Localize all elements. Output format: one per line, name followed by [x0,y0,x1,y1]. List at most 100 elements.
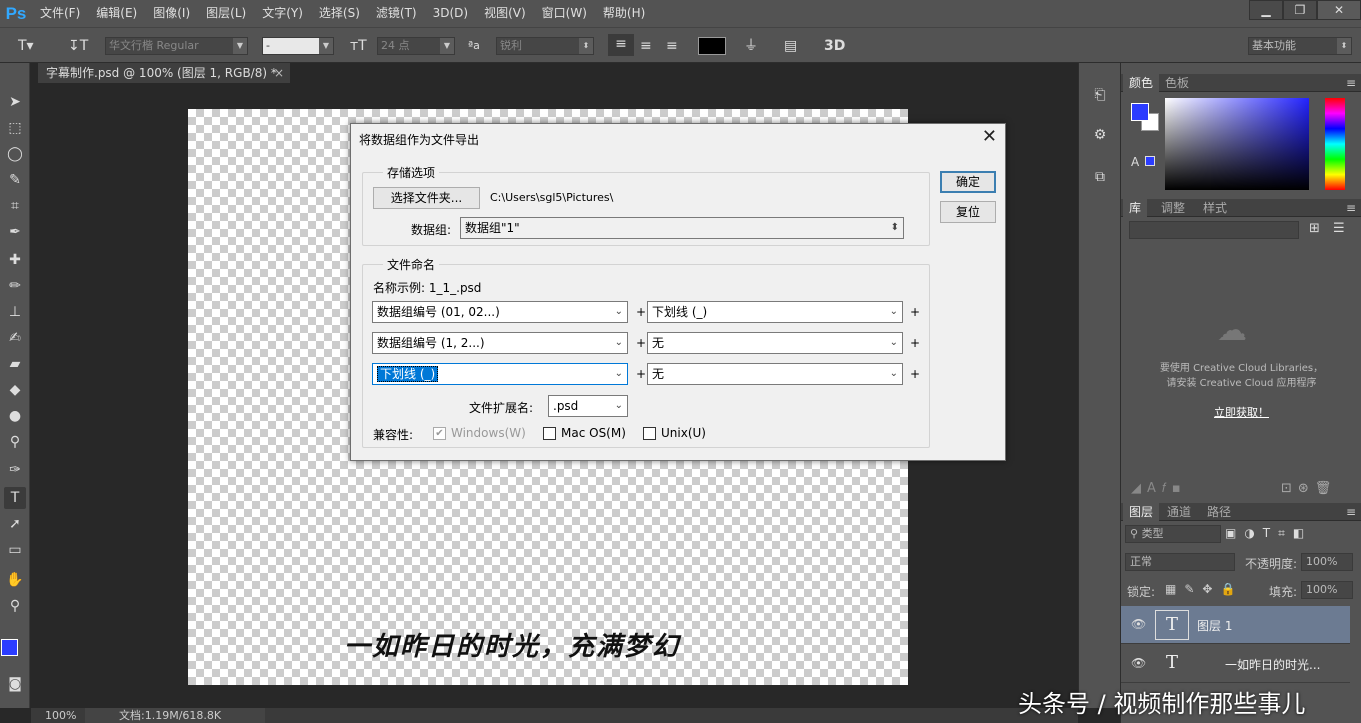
character-panel-icon[interactable]: ▤ [784,36,797,56]
tab-layers[interactable]: 图层 [1123,503,1160,521]
hand-tool-icon[interactable]: ✋ [4,569,26,591]
align-center-icon[interactable]: ≡ [640,36,652,56]
layer-filter-icons[interactable]: ▣◑T⌗◧ [1225,526,1312,541]
menu-layer[interactable]: 图层(L) [198,0,254,27]
panel-menu-icon[interactable]: ≡ [1346,199,1356,217]
choose-folder-button[interactable]: 选择文件夹... [373,187,480,209]
align-left-icon[interactable]: ≡ [608,34,634,56]
tab-color[interactable]: 颜色 [1123,74,1160,92]
properties-panel-icon[interactable]: ⚙ [1090,127,1110,147]
move-tool-icon[interactable]: ➤ [4,91,26,113]
text-color-swatch[interactable] [698,37,726,55]
layer-name[interactable]: 一如昨日的时光... [1225,656,1320,673]
minimize-button[interactable]: ▁ [1249,0,1283,20]
naming-field-2-2[interactable]: 无 ⌄ [647,332,903,354]
document-info[interactable]: 文档:1.19M/618.8K [85,708,265,723]
menu-file[interactable]: 文件(F) [32,0,88,27]
tab-swatches[interactable]: 色板 [1159,74,1195,92]
document-tab[interactable]: 字幕制作.psd @ 100% (图层 1, RGB/8) * × [38,63,290,83]
font-family-select[interactable]: 华文行楷 Regular ▼ [105,37,248,55]
library-action-icons[interactable]: ⊡⊛🗑 [1281,481,1337,496]
eye-icon[interactable]: 👁 [1131,656,1146,670]
lock-icons[interactable]: ▦✎✥🔒 [1165,582,1243,596]
clone-stamp-tool-icon[interactable]: ⊥ [4,301,26,323]
menu-image[interactable]: 图像(I) [145,0,198,27]
menu-filter[interactable]: 滤镜(T) [368,0,425,27]
mac-checkbox[interactable] [543,427,556,440]
close-window-button[interactable]: ✕ [1317,0,1361,20]
blur-tool-icon[interactable]: ● [4,405,26,427]
color-spectrum[interactable] [1165,98,1309,190]
brush-tool-icon[interactable]: ✏ [4,275,26,297]
text-orientation-icon[interactable]: ↧T [68,36,88,56]
menu-window[interactable]: 窗口(W) [534,0,595,27]
layer-row[interactable]: 👁 T 图层 1 [1121,606,1350,644]
close-tab-icon[interactable]: × [274,63,284,83]
tab-paths[interactable]: 路径 [1201,503,1237,521]
eyedropper-tool-icon[interactable]: ✒ [4,221,26,243]
dataset-select[interactable]: 数据组"1" ⬍ [460,217,904,239]
naming-field-3-1[interactable]: 下划线 (_) ⌄ [372,363,628,385]
tab-adjustments[interactable]: 调整 [1155,199,1191,217]
list-view-icon[interactable]: ☰ [1333,221,1345,236]
tab-channels[interactable]: 通道 [1161,503,1197,521]
path-selection-tool-icon[interactable]: ➚ [4,513,26,535]
layer-row[interactable]: 👁 T 一如昨日的时光... [1121,645,1350,683]
quick-mask-icon[interactable]: ◙ [4,673,26,695]
fill-input[interactable]: 100% [1301,581,1353,599]
layer-filter-select[interactable]: ⚲ 类型 [1125,525,1221,543]
unix-checkbox[interactable] [643,427,656,440]
font-style-select[interactable]: - ▼ [262,37,334,55]
menu-select[interactable]: 选择(S) [311,0,368,27]
tool-presets-icon[interactable]: ⧉ [1090,169,1110,189]
panel-menu-icon[interactable]: ≡ [1346,74,1356,92]
rectangle-tool-icon[interactable]: ▭ [4,539,26,561]
tab-library[interactable]: 库 [1123,199,1148,217]
foreground-color-swatch[interactable] [1,639,18,656]
pen-tool-icon[interactable]: ✑ [4,459,26,481]
warp-text-icon[interactable]: ⏚ [744,36,758,56]
dodge-tool-icon[interactable]: ⚲ [4,431,26,453]
lasso-tool-icon[interactable]: ◯ [4,143,26,165]
naming-field-1-1[interactable]: 数据组编号 (01, 02...) ⌄ [372,301,628,323]
menu-view[interactable]: 视图(V) [476,0,534,27]
hue-slider[interactable] [1325,98,1345,190]
workspace-select[interactable]: 基本功能 ⬍ [1248,37,1352,55]
eye-icon[interactable]: 👁 [1131,617,1146,631]
panel-foreground-swatch[interactable] [1131,103,1149,121]
naming-field-2-1[interactable]: 数据组编号 (1, 2...) ⌄ [372,332,628,354]
quick-select-tool-icon[interactable]: ✎ [4,169,26,191]
menu-type[interactable]: 文字(Y) [254,0,311,27]
menu-3d[interactable]: 3D(D) [425,0,476,27]
history-brush-tool-icon[interactable]: ✍ [4,327,26,349]
menu-help[interactable]: 帮助(H) [595,0,653,27]
cc-get-now-link[interactable]: 立即获取！ [1121,404,1361,420]
web-safe-swatch[interactable] [1145,156,1155,166]
anti-alias-select[interactable]: 锐利 ⬍ [496,37,594,55]
extension-select[interactable]: .psd ⌄ [548,395,628,417]
library-select[interactable] [1129,221,1299,239]
crop-tool-icon[interactable]: ⌗ [4,195,26,217]
3d-button[interactable]: 3D [824,36,845,56]
panel-menu-icon[interactable]: ≡ [1346,503,1356,521]
ok-button[interactable]: 确定 [940,171,996,193]
eraser-tool-icon[interactable]: ▰ [4,353,26,375]
layer-name[interactable]: 图层 1 [1197,617,1232,634]
naming-field-3-2[interactable]: 无 ⌄ [647,363,903,385]
zoom-tool-icon[interactable]: ⚲ [4,595,26,617]
type-tool-icon[interactable]: T▾ [18,36,34,56]
zoom-level[interactable]: 100% [45,708,76,723]
close-icon[interactable]: ✕ [982,126,997,147]
paint-bucket-tool-icon[interactable]: ◆ [4,379,26,401]
history-panel-icon[interactable]: ⎗ [1090,87,1110,107]
restore-button[interactable]: ❐ [1283,0,1317,20]
align-right-icon[interactable]: ≡ [666,36,678,56]
type-tool-icon[interactable]: T [4,487,26,509]
windows-checkbox[interactable]: ✔ [433,427,446,440]
naming-field-1-2[interactable]: 下划线 (_) ⌄ [647,301,903,323]
marquee-tool-icon[interactable]: ⬚ [4,117,26,139]
opacity-input[interactable]: 100% [1301,553,1353,571]
menu-edit[interactable]: 编辑(E) [88,0,145,27]
grid-view-icon[interactable]: ⊞ [1309,221,1320,236]
tab-styles[interactable]: 样式 [1197,199,1233,217]
